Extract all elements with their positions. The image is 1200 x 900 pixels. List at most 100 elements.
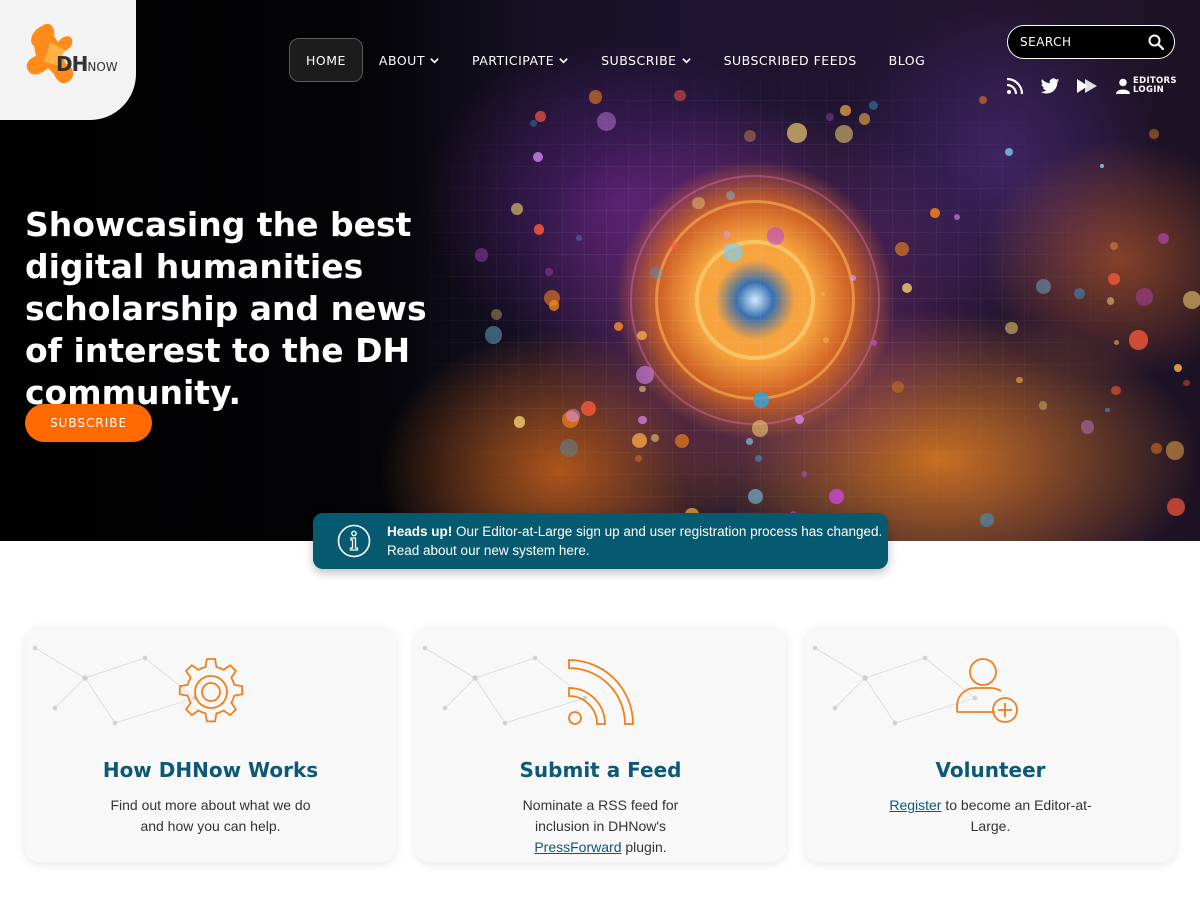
hero-swirl-inner	[695, 240, 815, 360]
editors-login-label: EDITORS LOGIN	[1133, 76, 1177, 95]
hero-decor-dot	[490, 308, 502, 320]
main-nav: HOME ABOUT PARTICIPATE SUBSCRIBE SUBSCRI…	[289, 38, 941, 82]
hero-headline: Showcasing the best digital humanities s…	[25, 205, 427, 412]
hero-decor-dot	[726, 191, 735, 201]
search-icon[interactable]	[1148, 34, 1164, 50]
nav-about-label: ABOUT	[378, 52, 425, 68]
hero-decor-dot	[510, 202, 523, 215]
hero-decor-dot	[1036, 278, 1052, 294]
hero-decor-dot	[637, 330, 647, 340]
hero-decor-dot	[637, 415, 647, 425]
nav-participate[interactable]: PARTICIPATE	[456, 38, 585, 82]
hero-decor-dot	[751, 420, 769, 437]
subscribe-button[interactable]: SUBSCRIBE	[25, 404, 152, 442]
nav-home[interactable]: HOME	[289, 38, 363, 82]
add-user-icon	[956, 658, 1018, 723]
nav-subscribed-feeds[interactable]: SUBSCRIBED FEEDS	[708, 38, 873, 82]
hero-decor-dot	[1135, 287, 1154, 306]
hero-decor-dot	[748, 488, 764, 504]
hero-decor-dot	[1128, 329, 1149, 350]
hero-decor-dot	[1073, 288, 1085, 300]
card-description-text: to become an Editor-at-Large.	[941, 797, 1092, 834]
logo-now: NOW	[87, 60, 118, 74]
editors-login-link[interactable]: EDITORS LOGIN	[1116, 77, 1177, 95]
hero-decor-dot	[1106, 297, 1115, 305]
hero-decor-dot	[979, 95, 988, 104]
hero-decor-dot	[829, 488, 844, 504]
logo-wordmark: DHNOW	[56, 52, 118, 76]
nav-about[interactable]: ABOUT	[363, 38, 456, 82]
hero-decor-dot	[534, 110, 546, 122]
gear-icon	[178, 658, 244, 723]
rss-feed-icon	[568, 659, 634, 725]
logo-dh: DH	[56, 52, 88, 76]
hero-decor-dot	[753, 391, 770, 408]
hero-decor-dot	[980, 513, 995, 527]
hero-decor-dot	[650, 433, 660, 442]
nav-blog[interactable]: BLOG	[873, 38, 942, 82]
hero-decor-dot	[566, 408, 580, 422]
hero-decor-dot	[674, 90, 686, 102]
hero-decor-dot	[823, 336, 829, 343]
hero-decor-dot	[1016, 377, 1023, 384]
hero-decor-dot	[1109, 241, 1118, 250]
rss-icon[interactable]	[1006, 77, 1024, 95]
registration-notice[interactable]: Heads up! Our Editor-at-Large sign up an…	[313, 513, 888, 569]
play-icon[interactable]	[1076, 78, 1098, 94]
card-title: Volunteer	[935, 758, 1046, 782]
hero-decor-dot	[767, 227, 785, 245]
card-description-text: plugin.	[621, 839, 667, 855]
hero-decor-dot	[786, 123, 807, 143]
hero-decor-dot	[1080, 420, 1094, 434]
hero-decor-dot	[1183, 290, 1200, 309]
hero-decor-dot	[692, 196, 705, 210]
card-submit-a-feed[interactable]: Submit a Feed Nominate a RSS feed for in…	[415, 628, 786, 862]
card-how-dhnow-works[interactable]: How DHNow Works Find out more about what…	[25, 628, 396, 862]
nav-participate-label: PARTICIPATE	[471, 52, 555, 68]
social-links: EDITORS LOGIN	[1006, 74, 1177, 98]
hero-decor-dot	[840, 105, 851, 116]
card-description: Register to become an Editor-at-Large.	[885, 795, 1096, 837]
search-input[interactable]	[1020, 35, 1130, 49]
pressforward-link[interactable]: PressForward	[534, 839, 621, 855]
hero-decor-dot	[1151, 443, 1162, 454]
logo[interactable]: DHNOW	[0, 0, 136, 120]
hero-decor-dot	[485, 326, 503, 344]
nav-subscribe[interactable]: SUBSCRIBE	[585, 38, 707, 82]
hero-decor-dot	[639, 385, 646, 393]
hero-decor-dot	[892, 380, 905, 393]
hero-decor-dot	[743, 129, 757, 143]
notice-link-text[interactable]: Read about our new system here.	[387, 543, 590, 558]
hero-decor-dot	[1099, 163, 1104, 168]
hero-decor-dot	[820, 291, 825, 296]
hero-decor-dot	[670, 241, 679, 250]
nav-blog-label: BLOG	[888, 52, 926, 68]
register-link[interactable]: Register	[889, 797, 941, 813]
notice-message: Our Editor-at-Large sign up and user reg…	[452, 524, 883, 539]
hero-decor-dot	[575, 234, 582, 241]
hero-decor-dot	[513, 416, 525, 428]
hero-decor-dot	[1107, 272, 1120, 285]
chevron-down-icon	[430, 57, 439, 64]
hero-decor-dot	[870, 339, 877, 346]
hero-decor-dot	[834, 124, 853, 143]
user-icon	[1116, 78, 1130, 94]
card-description: Find out more about what we do and how y…	[110, 797, 311, 834]
info-icon	[337, 524, 371, 558]
hero-decor-dot	[1183, 379, 1190, 387]
twitter-icon[interactable]	[1040, 77, 1060, 95]
card-volunteer[interactable]: Volunteer Register to become an Editor-a…	[805, 628, 1176, 862]
hero-decor-dot	[529, 120, 537, 128]
card-title: How DHNow Works	[102, 758, 319, 782]
hero-decor-dot	[723, 242, 743, 263]
chevron-down-icon	[681, 57, 691, 64]
hero-decor-dot	[650, 266, 663, 280]
hero-decor-dot	[544, 289, 561, 306]
card-description-text: Nominate a RSS feed for inclusion in DHN…	[522, 797, 679, 834]
card-title: Submit a Feed	[519, 758, 682, 782]
hero-decor-dot	[1005, 322, 1018, 335]
hero-decor-dot	[859, 113, 871, 125]
hero-decor-dot	[1167, 497, 1185, 516]
nav-subscribe-label: SUBSCRIBE	[601, 52, 677, 68]
nav-home-label: HOME	[306, 52, 346, 68]
